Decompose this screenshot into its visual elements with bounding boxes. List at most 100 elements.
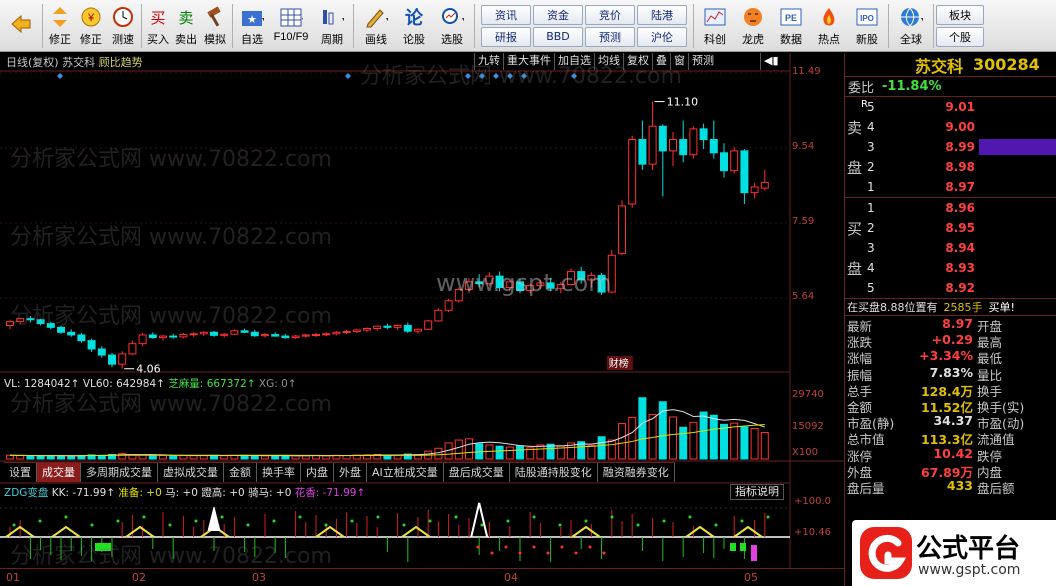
buy-level-row[interactable]: 买 2 8.95: [845, 218, 1056, 238]
chart-func-button[interactable]: 窗: [670, 53, 688, 70]
sell-level-row[interactable]: 3 8.99: [845, 137, 1056, 157]
indicator-tab[interactable]: 金额: [224, 463, 257, 482]
period-button[interactable]: 周期: [313, 1, 351, 51]
info-button-1[interactable]: 资金: [533, 4, 583, 25]
sell-level-row[interactable]: 卖 4 9.00: [845, 117, 1056, 137]
indicator-tab[interactable]: 虚拟成交量: [158, 463, 224, 482]
zdg-dot: [532, 515, 536, 519]
zdg-kk: KK: -71.99↑: [51, 487, 116, 499]
indicator-tab[interactable]: 盘后成交量: [444, 463, 510, 482]
sell-level-row[interactable]: 盘 2 8.98: [845, 157, 1056, 177]
kline-chart[interactable]: 11.10 4.06 财榜: [0, 53, 844, 586]
hot-label: 热点: [818, 33, 840, 46]
volume-bar: [291, 455, 300, 460]
stat-value: +0.29: [931, 332, 973, 348]
zdg-ma: 马: +0: [165, 487, 198, 499]
panel-toggle-icon[interactable]: ◀▮: [760, 53, 782, 70]
volume-header: VL: 1284042↑ VL60: 642984↑ 芝麻量: 667372↑ …: [4, 376, 297, 391]
buy-level-row[interactable]: 5 8.92: [845, 278, 1056, 298]
select-button[interactable]: 选股: [432, 1, 472, 51]
zdg-dot: [506, 519, 510, 523]
info-button-6[interactable]: 预测: [585, 26, 635, 47]
indicator-tab[interactable]: 外盘: [334, 463, 367, 482]
candle-body: [159, 335, 167, 339]
indicator-tab[interactable]: 陆股通持股变化: [510, 463, 598, 482]
zdg-dot: [64, 515, 68, 519]
stat-value: 7.83%: [929, 364, 973, 380]
chart-area[interactable]: 11.10 4.06 财榜 分析家公式网 www.70822.com 分析家公式网 …: [0, 53, 844, 586]
watermark-gspt: www.gspt.com: [436, 269, 612, 297]
indicator-tab[interactable]: 换手率: [257, 463, 301, 482]
zdg-dot: [532, 545, 536, 549]
zdg-dot: [90, 523, 94, 527]
buy-button[interactable]: 买买入: [144, 1, 172, 51]
indicator-tab[interactable]: 融资融券变化: [598, 463, 675, 482]
ipo-button[interactable]: IPO 新股: [848, 1, 886, 51]
sector-button-0[interactable]: 板块: [936, 4, 984, 25]
chart-func-button[interactable]: 九转: [474, 53, 503, 70]
sell-button[interactable]: 卖卖出: [172, 1, 200, 51]
buy-level-row[interactable]: 3 8.94: [845, 238, 1056, 258]
info-button-0[interactable]: 资讯: [481, 4, 531, 25]
volume-bar: [261, 455, 269, 460]
candle-body: [220, 333, 229, 336]
date-tick: 02: [132, 571, 146, 584]
stock-button[interactable]: 论论股: [396, 1, 432, 51]
volume-bar: [485, 444, 494, 460]
indicator-tab[interactable]: 设置: [4, 463, 37, 482]
chart-func-button[interactable]: 重大事件: [503, 53, 554, 70]
watch-button[interactable]: ★ 自选: [235, 1, 269, 51]
candle-body: [138, 334, 147, 345]
info-button-7[interactable]: 沪伦: [637, 26, 687, 47]
info-button-2[interactable]: 竞价: [585, 4, 635, 25]
sector-button-1[interactable]: 个股: [936, 26, 984, 47]
candle-body: [760, 181, 769, 189]
volume-bar: [750, 428, 759, 460]
level-number: 5: [867, 281, 875, 295]
zhima-value: 芝麻量: 667372↑: [168, 378, 256, 390]
volume-tick: 29740: [792, 389, 824, 400]
sim-button[interactable]: 模拟: [200, 1, 230, 51]
sell-level-row[interactable]: 1 8.97: [845, 177, 1056, 197]
indicator-tab[interactable]: 成交量: [37, 463, 81, 482]
tiger-button[interactable]: 龙虎: [734, 1, 772, 51]
chart-func-button[interactable]: 均线: [594, 53, 623, 70]
volume-bar: [434, 447, 443, 460]
sell-icon: 卖: [174, 6, 198, 28]
xg-value: XG: 0↑: [258, 378, 297, 390]
chart-func-button[interactable]: 加自选: [554, 53, 594, 70]
info-button-4[interactable]: 研报: [481, 26, 531, 47]
test-button[interactable]: 测速: [107, 1, 139, 51]
chart-func-button[interactable]: 复权: [623, 53, 652, 70]
weibi-value: -11.84%: [882, 79, 942, 94]
zdg-dot: [766, 515, 770, 519]
buy-level-row[interactable]: 盘 4 8.93: [845, 258, 1056, 278]
stock-label: 论股: [403, 33, 425, 46]
kechuang-button[interactable]: 科创: [696, 1, 734, 51]
zdg-dot: [558, 523, 562, 527]
indicator-tab[interactable]: 内盘: [301, 463, 334, 482]
back-button[interactable]: [2, 1, 40, 51]
info-button-3[interactable]: 陆港: [637, 4, 687, 25]
chart-func-button[interactable]: 预测: [688, 53, 717, 70]
f10-button[interactable]: F10/F9: [269, 1, 313, 51]
global-button[interactable]: 全球: [891, 1, 931, 51]
wealth-button[interactable]: ¥ 修正: [75, 1, 107, 51]
svg-text:论: 论: [405, 7, 424, 28]
sell-side-label: 卖: [847, 118, 863, 137]
buy-level-row[interactable]: 1 8.96: [845, 198, 1056, 218]
info-button-5[interactable]: BBD: [533, 26, 583, 47]
indicator-label[interactable]: 顾比趋势: [99, 56, 143, 69]
indicator-help-button[interactable]: 指标说明: [730, 484, 784, 500]
candle-body: [179, 334, 188, 338]
sell-level-row[interactable]: 5 9.01: [845, 97, 1056, 117]
chart-func-button[interactable]: 叠: [652, 53, 670, 70]
data-button[interactable]: PE 数据: [772, 1, 810, 51]
revise-button[interactable]: 修正: [45, 1, 75, 51]
indicator-tab[interactable]: 多周期成交量: [81, 463, 158, 482]
hot-button[interactable]: 热点: [810, 1, 848, 51]
zdg-block: [730, 543, 736, 551]
draw-button[interactable]: 画线: [356, 1, 396, 51]
period-label[interactable]: 日线(复权): [6, 56, 59, 69]
indicator-tab[interactable]: AI立桩成交量: [367, 463, 444, 482]
